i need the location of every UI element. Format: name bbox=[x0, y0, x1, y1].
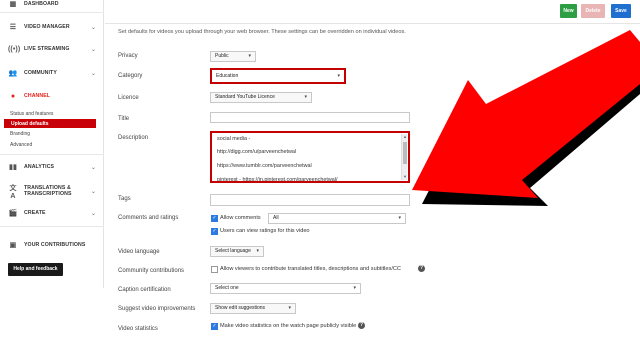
privacy-label: Privacy bbox=[118, 53, 138, 59]
chevron-down-icon: ⌄ bbox=[90, 210, 96, 217]
title-input[interactable] bbox=[210, 112, 410, 123]
category-select[interactable]: Education ▾ bbox=[210, 68, 346, 84]
divider bbox=[0, 226, 104, 227]
sidebar: ▦ DASHBOARD ☰ VIDEO MANAGER ⌄ ((•)) LIVE… bbox=[0, 0, 104, 288]
sidebar-item-translations[interactable]: 文A TRANSLATIONS & TRANSCRIPTIONS ⌄ bbox=[0, 183, 104, 200]
live-streaming-icon: ((•)) bbox=[8, 45, 21, 53]
analytics-icon: ▮▮ bbox=[9, 164, 17, 171]
chevron-down-icon: ⌄ bbox=[90, 46, 96, 53]
divider bbox=[0, 12, 104, 13]
caret-down-icon: ▾ bbox=[353, 285, 356, 291]
divider bbox=[0, 154, 104, 155]
suggest-label: Suggest video improvements bbox=[118, 306, 196, 312]
sidebar-item-analytics[interactable]: ▮▮ ANALYTICS ⌄ bbox=[0, 160, 104, 174]
help-icon[interactable]: ? bbox=[418, 265, 425, 272]
community-icon: 👥 bbox=[8, 70, 18, 77]
caption-select[interactable]: Select one ▾ bbox=[210, 283, 361, 294]
category-label: Category bbox=[118, 73, 143, 79]
caret-down-icon: ▾ bbox=[304, 94, 307, 100]
sidebar-item-live-streaming[interactable]: ((•)) LIVE STREAMING ⌄ bbox=[0, 42, 104, 56]
help-feedback-button[interactable]: Help and feedback bbox=[8, 263, 63, 276]
users-ratings-label: Users can view ratings for this video bbox=[220, 228, 310, 234]
video-manager-icon: ☰ bbox=[9, 24, 17, 31]
chevron-down-icon: ⌄ bbox=[90, 70, 96, 77]
sidebar-subitem-advanced[interactable]: Advanced bbox=[10, 142, 32, 148]
sidebar-item-channel[interactable]: ● CHANNEL bbox=[0, 89, 104, 103]
community-contrib-text: Allow viewers to contribute translated t… bbox=[220, 266, 401, 272]
stats-label: Video statistics bbox=[118, 326, 158, 332]
users-ratings-checkbox[interactable]: ✓ bbox=[211, 228, 218, 235]
video-language-select[interactable]: Select language ▾ bbox=[210, 246, 264, 257]
chevron-down-icon: ⌄ bbox=[90, 24, 96, 31]
stats-checkbox[interactable]: ✓ bbox=[211, 323, 218, 330]
caption-label: Caption certification bbox=[118, 287, 171, 293]
description-textarea[interactable]: social media - http://digg.com/u/parveen… bbox=[210, 131, 410, 183]
sidebar-item-video-manager[interactable]: ☰ VIDEO MANAGER ⌄ bbox=[0, 20, 104, 34]
help-icon[interactable]: ? bbox=[358, 322, 365, 329]
privacy-select[interactable]: Public ▾ bbox=[210, 51, 256, 62]
allow-comments-checkbox[interactable]: ✓ bbox=[211, 215, 218, 222]
caret-down-icon: ▾ bbox=[248, 53, 251, 59]
caret-down-icon: ▾ bbox=[256, 248, 259, 254]
allow-comments-label: Allow comments bbox=[220, 215, 261, 221]
intro-text: Set defaults for videos you upload throu… bbox=[118, 29, 406, 35]
licence-label: Licence bbox=[118, 95, 139, 101]
description-label: Description bbox=[118, 135, 149, 141]
description-line: social media - bbox=[217, 136, 251, 142]
stats-text: Make video statistics on the watch page … bbox=[220, 323, 357, 329]
community-contrib-label: Community contributions bbox=[118, 268, 185, 274]
community-contrib-checkbox[interactable] bbox=[211, 266, 218, 273]
title-label: Title bbox=[118, 116, 130, 122]
sidebar-subitem-upload-defaults[interactable]: Upload defaults bbox=[4, 119, 96, 128]
dashboard-icon: ▦ bbox=[9, 1, 17, 8]
tags-input[interactable] bbox=[210, 194, 410, 206]
sidebar-item-dashboard[interactable]: ▦ DASHBOARD bbox=[0, 0, 104, 11]
sidebar-item-your-contributions[interactable]: ▣ YOUR CONTRIBUTIONS bbox=[0, 238, 104, 252]
comments-select[interactable]: All ▾ bbox=[268, 213, 406, 224]
video-language-label: Video language bbox=[118, 249, 160, 255]
licence-select[interactable]: Standard YouTube Licence ▾ bbox=[210, 92, 312, 103]
sidebar-item-community[interactable]: 👥 COMMUNITY ⌄ bbox=[0, 66, 104, 80]
description-line: https://www.tumblr.com/parveenchetwal bbox=[217, 163, 312, 169]
tags-label: Tags bbox=[118, 196, 131, 202]
create-icon: 🎬 bbox=[8, 210, 18, 217]
translate-icon: 文A bbox=[9, 184, 17, 200]
description-line: http://digg.com/u/parveenchetwal bbox=[217, 149, 297, 155]
contributions-icon: ▣ bbox=[9, 242, 17, 249]
comments-label: Comments and ratings bbox=[118, 215, 179, 221]
red-arrow-annotation bbox=[412, 30, 640, 206]
sidebar-subitem-status[interactable]: Status and features bbox=[10, 111, 53, 117]
delete-button[interactable]: Delete bbox=[581, 4, 605, 18]
chevron-down-icon: ⌄ bbox=[90, 188, 96, 195]
channel-icon: ● bbox=[10, 92, 16, 100]
sidebar-item-create[interactable]: 🎬 CREATE ⌄ bbox=[0, 206, 104, 220]
description-line: pinterest - https://in.pinterest.com/par… bbox=[217, 177, 338, 183]
sidebar-subitem-branding[interactable]: Branding bbox=[10, 131, 30, 137]
chevron-down-icon: ⌄ bbox=[90, 164, 96, 171]
save-button[interactable]: Save bbox=[611, 4, 631, 18]
caret-down-icon: ▾ bbox=[337, 73, 340, 79]
caret-down-icon: ▾ bbox=[288, 305, 291, 311]
new-button[interactable]: New bbox=[560, 4, 577, 18]
suggest-select[interactable]: Show edit suggestions ▾ bbox=[210, 303, 296, 314]
